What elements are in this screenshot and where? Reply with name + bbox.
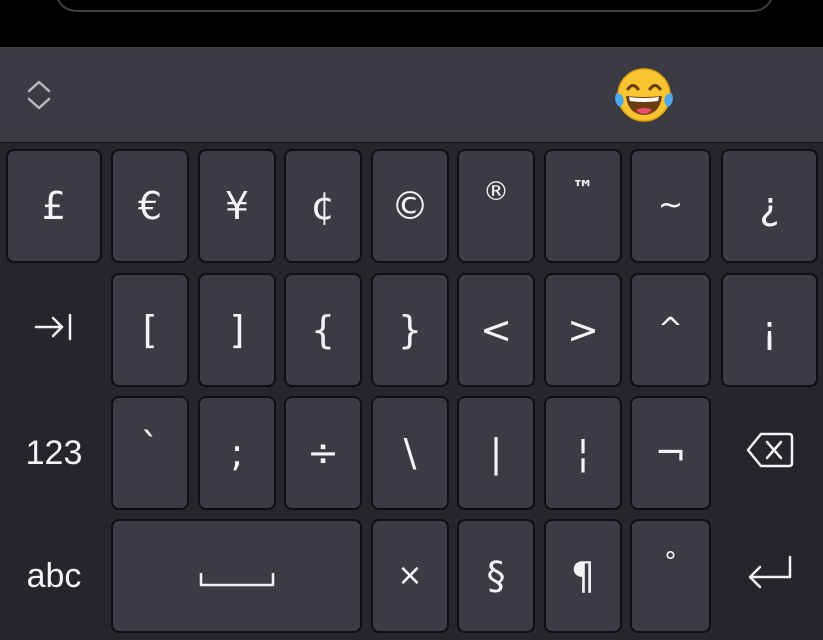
key-label: ©	[391, 184, 429, 228]
keyboard-toolbar	[0, 47, 823, 143]
text-input-field[interactable]	[55, 0, 774, 12]
key-left-brace[interactable]: {	[284, 273, 362, 387]
key-label: ¿	[759, 184, 780, 228]
key-trademark[interactable]: ™	[544, 149, 622, 263]
key-label: £	[41, 184, 67, 228]
key-label: ¢	[310, 184, 336, 228]
key-tilde[interactable]: ~	[630, 149, 711, 263]
key-left-bracket[interactable]: [	[111, 273, 189, 387]
key-broken-bar[interactable]: ¦	[544, 396, 622, 510]
key-semicolon[interactable]: ;	[198, 396, 276, 510]
key-label: ¶	[570, 554, 596, 598]
key-label: ×	[397, 558, 423, 593]
key-label: >	[567, 308, 599, 352]
key-label: ¬	[654, 431, 687, 475]
tab-icon	[34, 311, 74, 349]
key-label: ÷	[307, 431, 339, 475]
space-icon	[199, 557, 275, 595]
key-label: §	[486, 554, 506, 598]
key-label: }	[397, 308, 423, 352]
key-pilcrow[interactable]: ¶	[544, 519, 622, 633]
enter-icon	[745, 553, 795, 599]
backspace-key[interactable]	[721, 396, 818, 510]
key-pipe[interactable]: |	[457, 396, 535, 510]
key-less-than[interactable]: <	[457, 273, 535, 387]
abc-key[interactable]: abc	[6, 519, 102, 633]
key-right-bracket[interactable]: ]	[198, 273, 276, 387]
face-with-tears-of-joy-emoji-icon[interactable]	[612, 65, 676, 125]
key-section[interactable]: §	[457, 519, 535, 633]
tab-key[interactable]	[6, 273, 102, 387]
key-label: ^	[657, 312, 684, 347]
top-area	[0, 0, 823, 47]
key-label: ¦	[576, 431, 590, 475]
key-label: ™	[572, 177, 594, 202]
key-label: |	[489, 431, 503, 475]
key-not-sign[interactable]: ¬	[630, 396, 711, 510]
key-label: ®	[483, 177, 509, 207]
key-euro[interactable]: €	[111, 149, 189, 263]
key-label: `	[140, 425, 160, 469]
enter-key[interactable]	[721, 519, 818, 633]
key-degree[interactable]: °	[630, 519, 711, 633]
backspace-icon	[745, 430, 795, 476]
key-label: {	[310, 308, 336, 352]
keyboard: £ € ¥ ¢ © ® ™ ~ ¿ [ ] { } < > ^ ¡ 123 ` …	[0, 142, 823, 640]
key-label: °	[664, 547, 677, 577]
key-cent[interactable]: ¢	[284, 149, 362, 263]
key-caret[interactable]: ^	[630, 273, 711, 387]
space-key[interactable]	[111, 519, 362, 633]
key-label: ¡	[761, 308, 778, 352]
key-backtick[interactable]: `	[111, 396, 189, 510]
key-multiply[interactable]: ×	[371, 519, 449, 633]
key-label: ¥	[224, 184, 250, 228]
key-label: \	[403, 431, 417, 475]
key-yen[interactable]: ¥	[198, 149, 276, 263]
key-copyright[interactable]: ©	[371, 149, 449, 263]
key-divide[interactable]: ÷	[284, 396, 362, 510]
abc-key-label: abc	[26, 557, 82, 595]
expand-collapse-icon[interactable]	[24, 77, 54, 113]
key-label: <	[480, 308, 512, 352]
key-inverted-exclamation[interactable]: ¡	[721, 273, 818, 387]
key-label: ]	[229, 308, 245, 352]
key-pound[interactable]: £	[6, 149, 102, 263]
numbers-key[interactable]: 123	[6, 396, 102, 510]
key-greater-than[interactable]: >	[544, 273, 622, 387]
key-inverted-question[interactable]: ¿	[721, 149, 818, 263]
key-right-brace[interactable]: }	[371, 273, 449, 387]
key-label: ~	[657, 188, 684, 223]
key-label: €	[137, 184, 163, 228]
key-registered[interactable]: ®	[457, 149, 535, 263]
key-label: ;	[230, 431, 244, 475]
key-backslash[interactable]: \	[371, 396, 449, 510]
numbers-key-label: 123	[25, 434, 83, 472]
key-label: [	[142, 308, 158, 352]
